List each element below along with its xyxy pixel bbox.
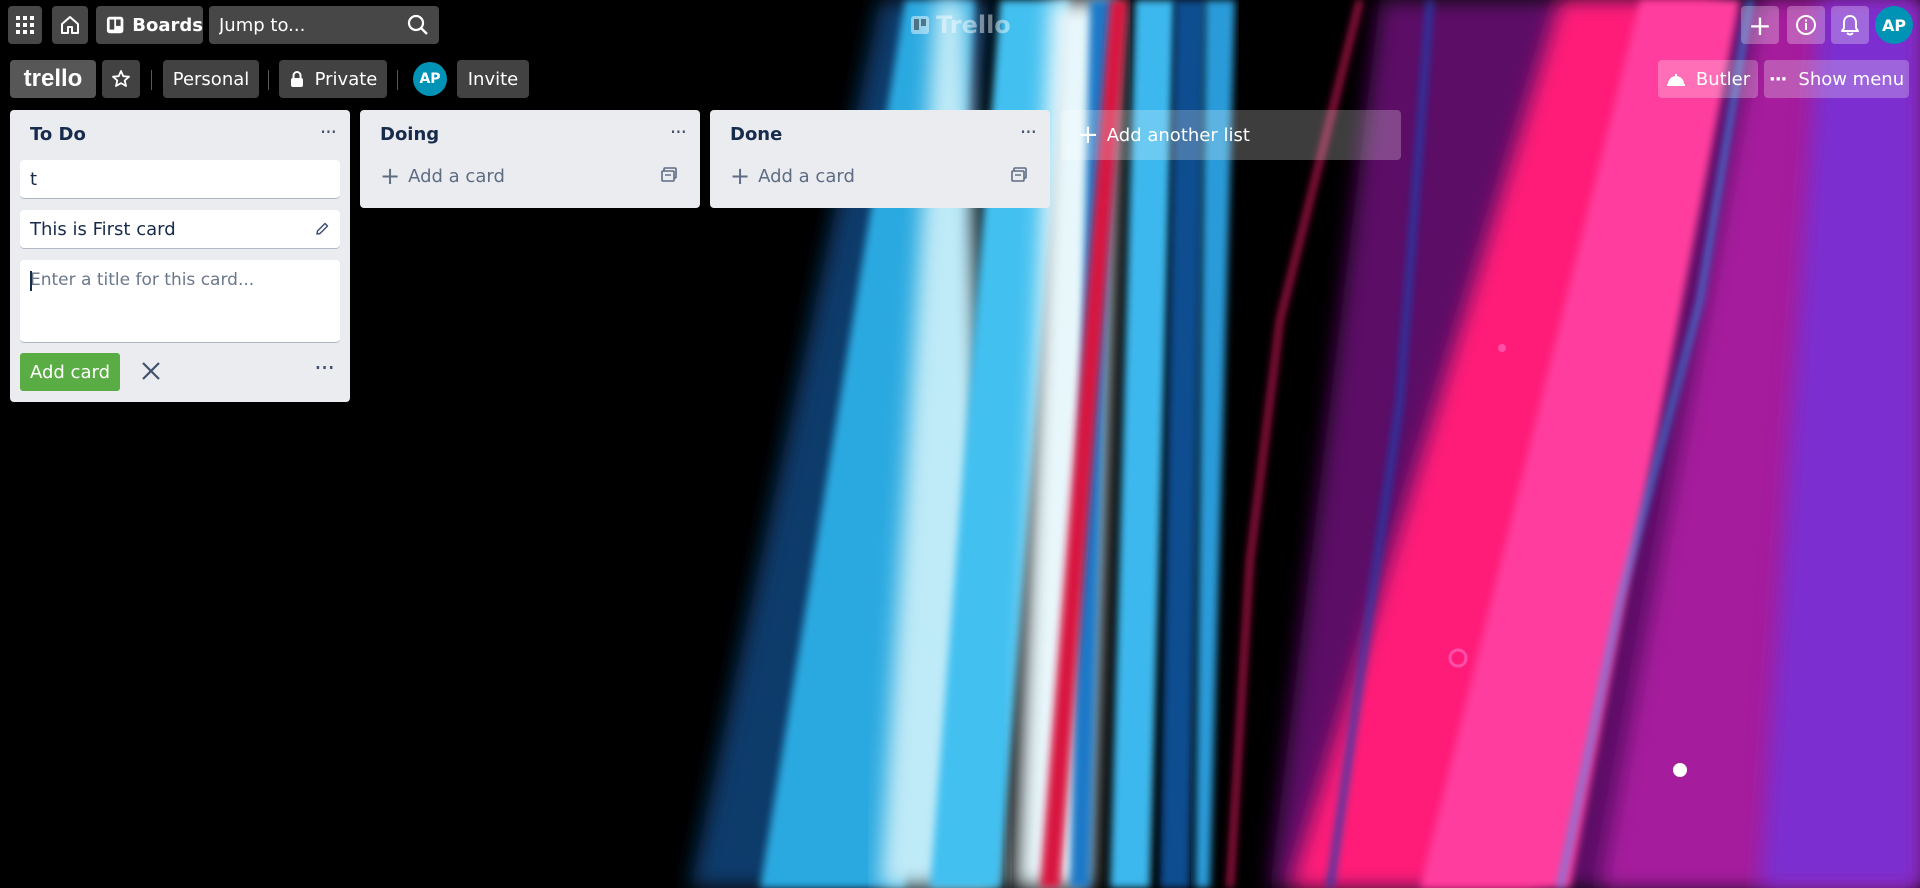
invite-button[interactable]: Invite bbox=[457, 60, 529, 98]
lock-icon bbox=[290, 71, 303, 87]
visibility-label: Private bbox=[314, 68, 378, 90]
user-initials: AP bbox=[1881, 15, 1907, 35]
card-composer[interactable] bbox=[20, 260, 340, 342]
plus-icon: + bbox=[1748, 8, 1772, 42]
board-logo-text: trello bbox=[23, 65, 83, 92]
star-board-button[interactable] bbox=[102, 60, 140, 98]
member-initials: AP bbox=[419, 71, 441, 87]
board-title[interactable]: trello bbox=[10, 60, 96, 98]
list-title[interactable]: Doing bbox=[380, 124, 439, 145]
list-to-do: To Do ··· t This is First card Add card … bbox=[10, 110, 350, 402]
more-icon: ··· bbox=[1768, 68, 1787, 90]
plus-icon: + bbox=[380, 162, 401, 190]
personal-team-button[interactable]: Personal bbox=[163, 60, 259, 98]
list-doing: Doing ··· + Add a card bbox=[360, 110, 700, 208]
add-card-label: Add a card bbox=[758, 165, 855, 187]
list-actions-icon[interactable]: ··· bbox=[320, 120, 337, 144]
header-divider bbox=[268, 70, 269, 90]
search-icon[interactable] bbox=[407, 14, 429, 36]
header-divider bbox=[397, 70, 398, 90]
information-button[interactable] bbox=[1787, 6, 1825, 44]
plus-icon: + bbox=[1077, 120, 1099, 150]
text-cursor bbox=[30, 271, 32, 291]
boards-button[interactable]: Boards bbox=[96, 6, 203, 44]
home-button[interactable] bbox=[52, 6, 88, 44]
add-card-button[interactable]: Add card bbox=[20, 353, 120, 391]
trello-brand-logo[interactable]: Trello bbox=[910, 8, 1011, 42]
card-title: This is First card bbox=[30, 218, 176, 240]
card-template-icon[interactable] bbox=[1010, 166, 1028, 184]
list-done: Done ··· + Add a card bbox=[710, 110, 1050, 208]
close-icon[interactable] bbox=[140, 360, 162, 382]
composer-options-icon[interactable]: ··· bbox=[314, 354, 335, 382]
boards-label: Boards bbox=[132, 14, 203, 36]
app-grid-icon bbox=[16, 16, 34, 34]
list-actions-icon[interactable]: ··· bbox=[670, 120, 687, 144]
edit-pencil-icon[interactable] bbox=[314, 221, 330, 237]
card-title: t bbox=[30, 168, 38, 190]
bell-icon bbox=[1841, 15, 1859, 36]
list-card[interactable]: t bbox=[20, 160, 340, 198]
list-title[interactable]: Done bbox=[730, 124, 782, 145]
apps-menu-button[interactable] bbox=[8, 6, 42, 44]
list-title[interactable]: To Do bbox=[30, 124, 86, 145]
notifications-button[interactable] bbox=[1831, 6, 1869, 44]
add-a-card-button[interactable]: + Add a card bbox=[730, 158, 1028, 194]
trello-logo-icon bbox=[911, 16, 929, 34]
member-avatar[interactable]: AP bbox=[413, 62, 447, 96]
butler-bell-icon bbox=[1666, 74, 1685, 86]
add-card-label: Add a card bbox=[408, 165, 505, 187]
add-a-card-button[interactable]: + Add a card bbox=[380, 158, 678, 194]
team-label: Personal bbox=[172, 68, 250, 90]
board-header: trello Personal Private AP Invite Butler… bbox=[0, 58, 1920, 104]
brand-name: Trello bbox=[936, 11, 1011, 39]
top-navigation-bar: Boards Trello + AP bbox=[0, 0, 1920, 50]
show-menu-button[interactable]: ··· Show menu bbox=[1764, 60, 1909, 98]
add-card-label: Add card bbox=[29, 361, 110, 383]
create-button[interactable]: + bbox=[1741, 6, 1779, 44]
info-icon bbox=[1796, 15, 1816, 35]
visibility-button[interactable]: Private bbox=[279, 60, 387, 98]
add-another-list-button[interactable]: + Add another list bbox=[1061, 110, 1401, 160]
user-avatar[interactable]: AP bbox=[1875, 6, 1913, 44]
butler-label: Butler bbox=[1695, 68, 1751, 90]
show-menu-label: Show menu bbox=[1798, 68, 1905, 90]
search-input[interactable] bbox=[209, 6, 439, 44]
star-icon bbox=[112, 70, 130, 87]
invite-label: Invite bbox=[467, 68, 519, 90]
card-title-input[interactable] bbox=[20, 260, 340, 342]
card-template-icon[interactable] bbox=[660, 166, 678, 184]
home-icon bbox=[61, 16, 79, 34]
board-icon bbox=[106, 16, 124, 34]
jump-to-search[interactable] bbox=[209, 6, 439, 44]
butler-button[interactable]: Butler bbox=[1658, 60, 1758, 98]
plus-icon: + bbox=[730, 162, 751, 190]
header-divider bbox=[151, 70, 152, 90]
add-list-label: Add another list bbox=[1106, 124, 1250, 146]
list-card[interactable]: This is First card bbox=[20, 210, 340, 248]
list-actions-icon[interactable]: ··· bbox=[1020, 120, 1037, 144]
